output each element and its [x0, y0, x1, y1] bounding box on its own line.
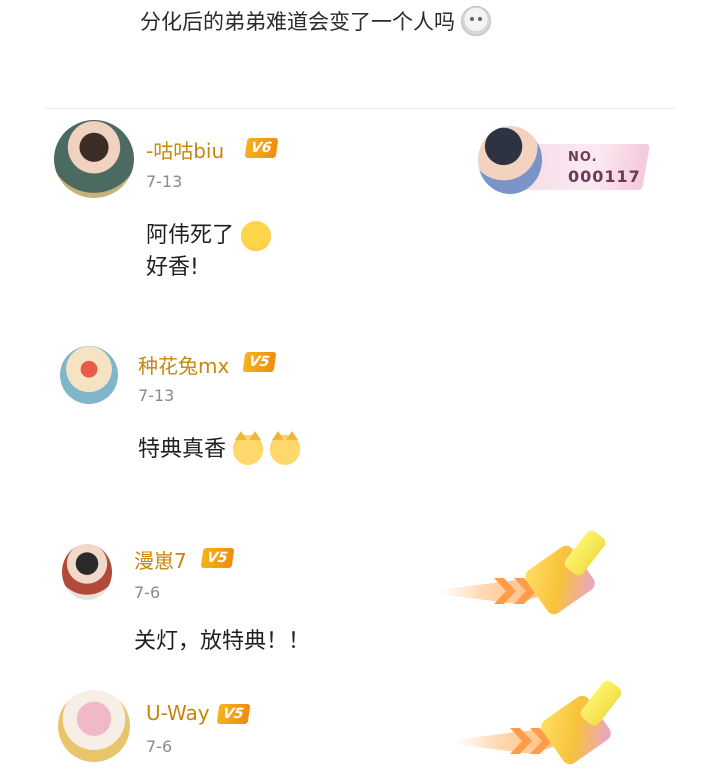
comment-line: 阿伟死了	[146, 223, 235, 248]
comment-line: 特典真香	[138, 437, 227, 462]
comment-text: 关灯，放特典！！	[134, 629, 311, 654]
sweat-face-icon	[461, 6, 491, 36]
comment-date: 7-6	[146, 737, 173, 756]
level-badge: V5	[216, 704, 250, 724]
fan-card-number: 000117	[568, 167, 641, 186]
fan-card[interactable]: NO. 000117	[478, 126, 651, 194]
username[interactable]: 漫崽7	[134, 545, 187, 574]
comment-date: 7-13	[146, 172, 183, 191]
comment-text: 阿伟死了 好香!	[146, 220, 272, 284]
avatar[interactable]	[60, 346, 118, 404]
cat-face-icon	[270, 431, 301, 465]
avatar[interactable]	[54, 120, 134, 198]
paint-brush-icon	[440, 528, 620, 620]
level-badge: V5	[200, 548, 234, 568]
comment-line: 好香!	[146, 255, 199, 280]
level-badge: V5	[242, 352, 276, 372]
comment-text: 特典真香	[138, 431, 301, 466]
comment-date: 7-6	[134, 583, 161, 602]
divider	[44, 108, 676, 109]
face-covering-eyes-icon	[241, 221, 272, 251]
username[interactable]: 种花兔mx	[138, 350, 229, 379]
fan-card-label: NO.	[568, 150, 598, 165]
cat-face-icon	[233, 431, 264, 465]
comment-date: 7-13	[138, 386, 175, 405]
level-badge: V6	[244, 138, 278, 158]
post-title: 分化后的弟弟难道会变了一个人吗	[140, 6, 491, 36]
post-title-text: 分化后的弟弟难道会变了一个人吗	[140, 10, 455, 34]
username[interactable]: -咕咕biu	[146, 135, 224, 164]
paint-brush-icon	[456, 678, 636, 770]
avatar[interactable]	[62, 544, 112, 600]
avatar[interactable]	[58, 690, 130, 762]
username[interactable]: U-Way	[146, 701, 210, 725]
fan-card-image	[478, 126, 542, 194]
